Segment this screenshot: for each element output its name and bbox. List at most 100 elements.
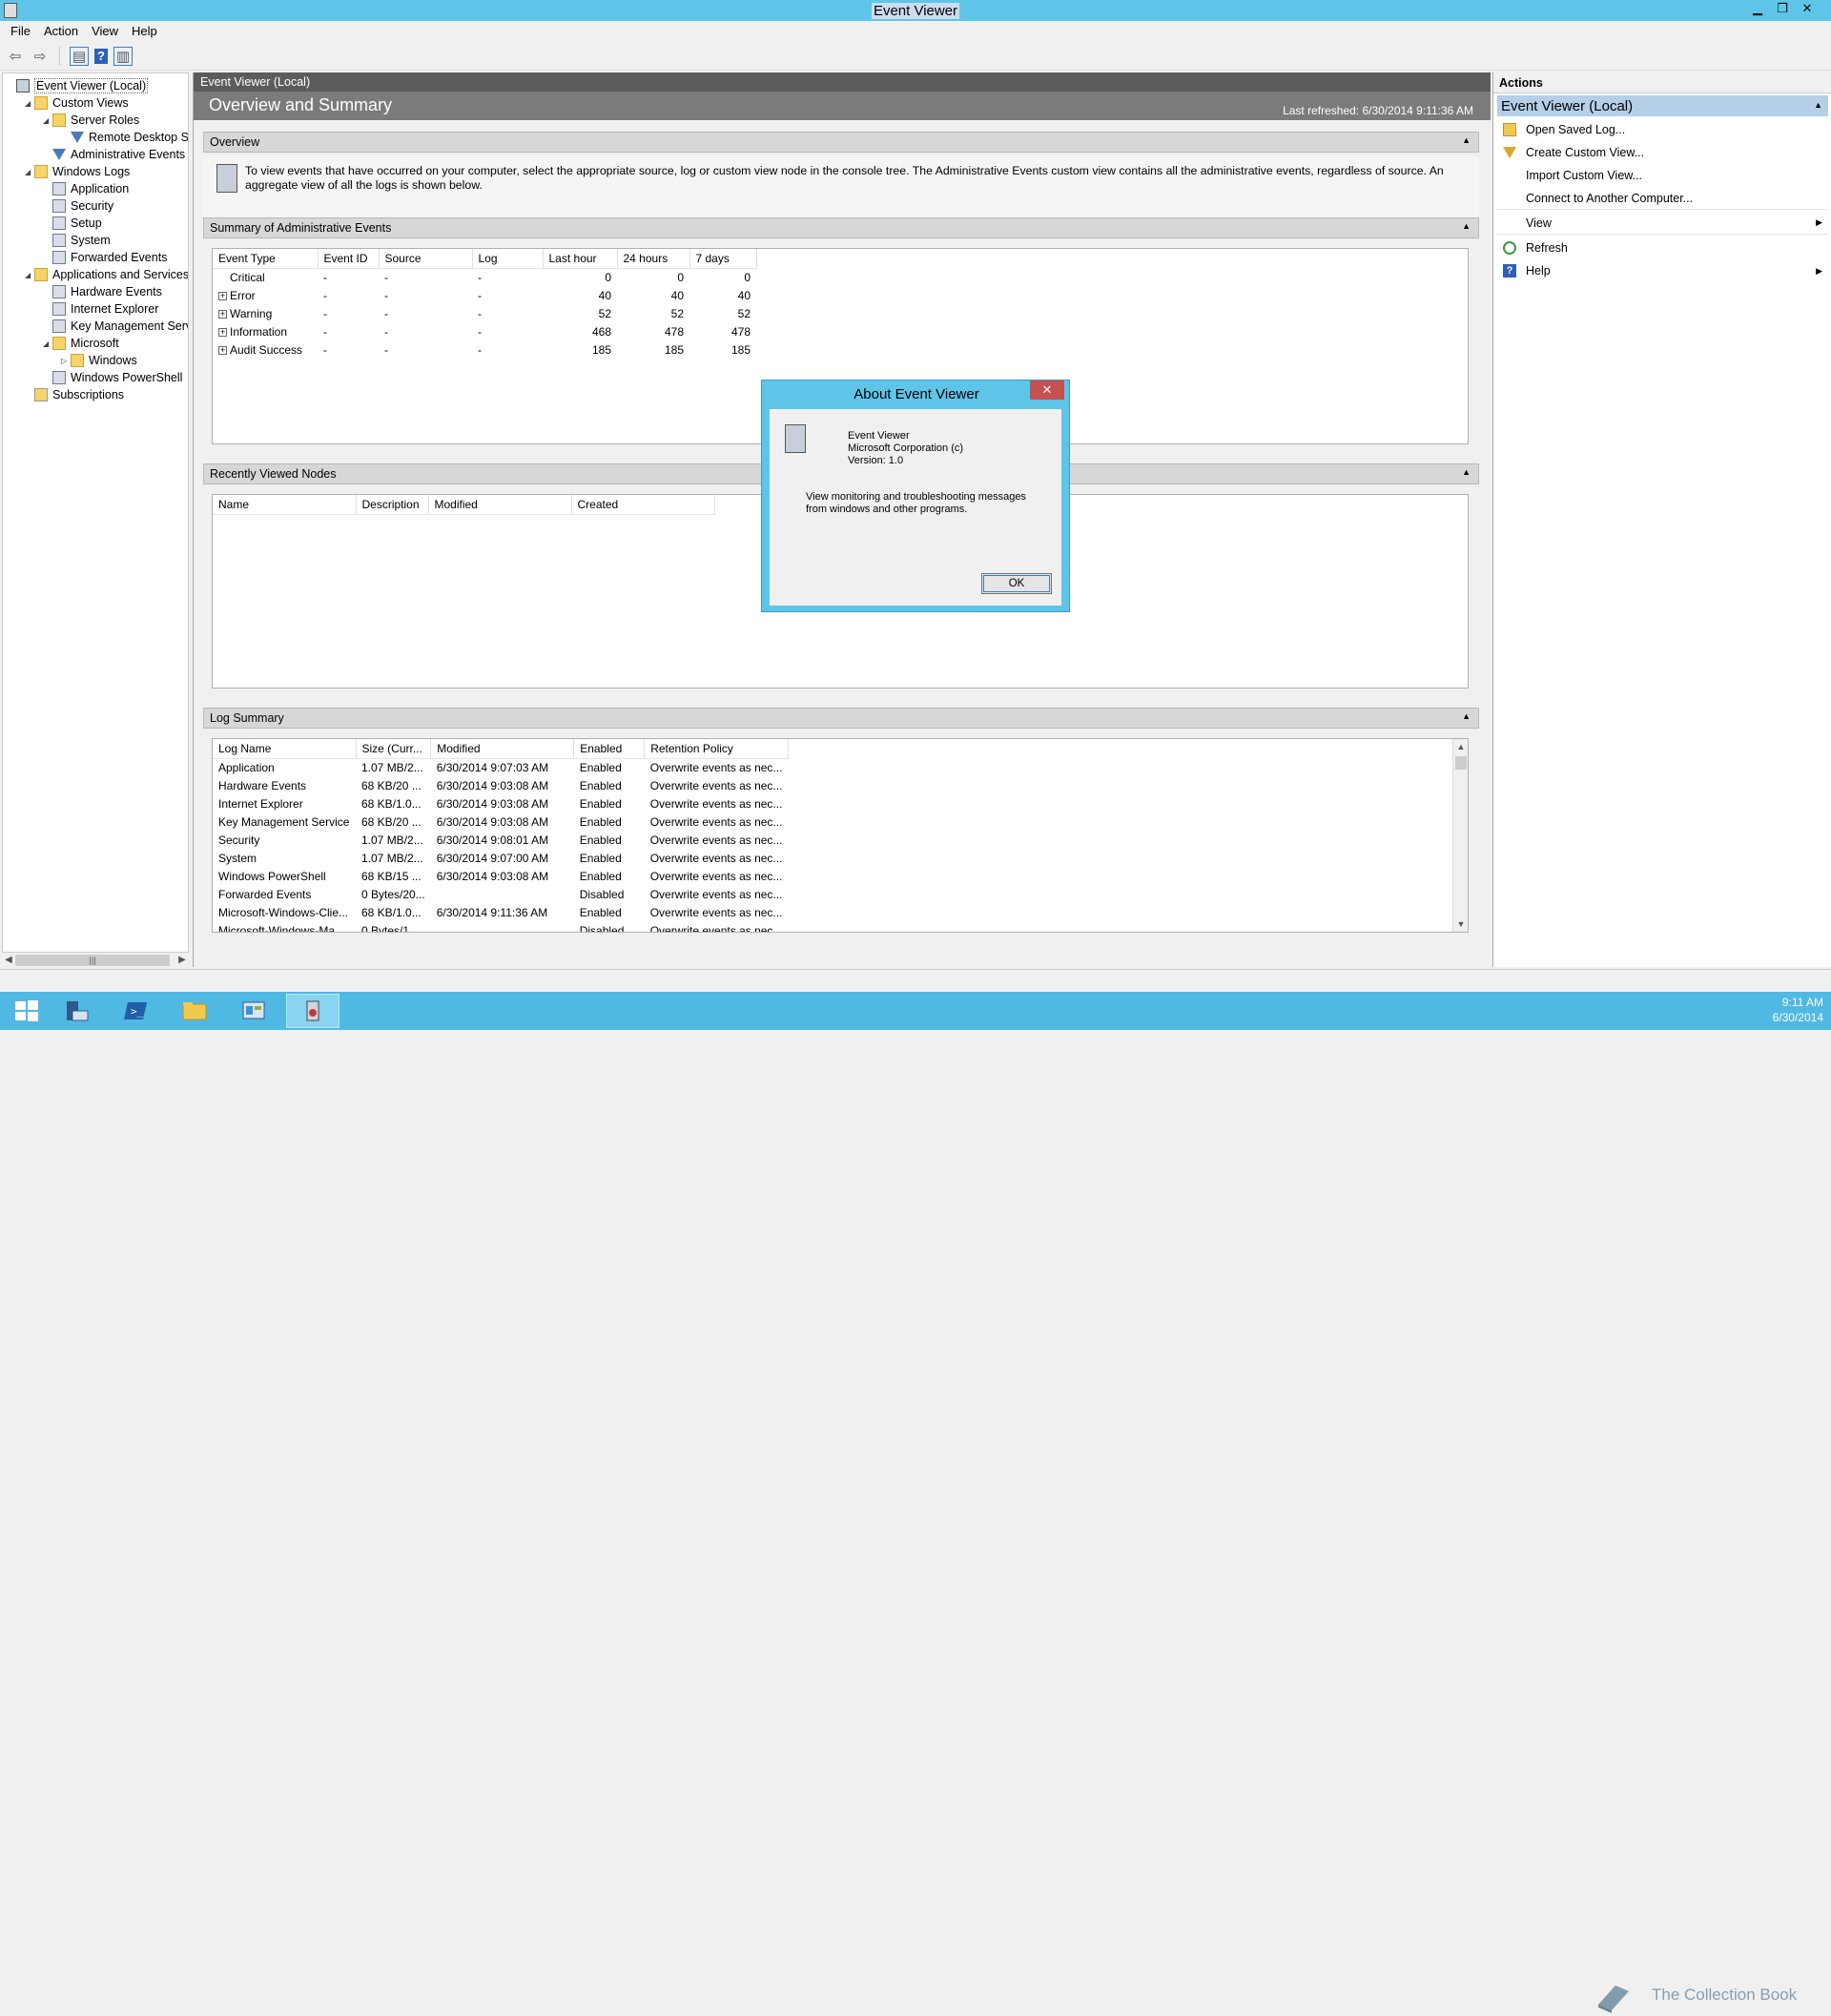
- recent-column-header[interactable]: Name: [213, 495, 357, 515]
- summary-row[interactable]: + Information - - -468 478 478: [213, 322, 756, 340]
- summary-column-header[interactable]: Event Type: [213, 249, 319, 269]
- tree-node[interactable]: Application: [43, 180, 129, 197]
- collapse-icon[interactable]: ▲: [1462, 221, 1471, 231]
- summary-row[interactable]: + Warning - - -52 52 52: [213, 304, 756, 322]
- tree-node[interactable]: ◢ Applications and Services Lo: [25, 266, 188, 283]
- recent-column-header[interactable]: Created: [571, 495, 715, 515]
- tree-node[interactable]: Hardware Events: [43, 283, 162, 300]
- start-button[interactable]: [0, 994, 53, 1028]
- scroll-down-icon[interactable]: ▼: [1453, 916, 1468, 932]
- overview-section-header[interactable]: Overview ▲: [203, 132, 1479, 153]
- tree-node[interactable]: Key Management Service: [43, 318, 188, 335]
- action-item[interactable]: Create Custom View...: [1497, 141, 1828, 164]
- scroll-thumb[interactable]: |||: [15, 955, 170, 966]
- close-window-button[interactable]: ✕: [1795, 0, 1820, 19]
- log-row[interactable]: Microsoft-Windows-Clie... 68 KB/1.0... 6/3…: [213, 903, 788, 921]
- tree-node[interactable]: ◢ Server Roles: [43, 112, 139, 129]
- event-viewer-taskbar-icon[interactable]: [286, 994, 339, 1028]
- tree-node[interactable]: ◢ Custom Views: [25, 94, 129, 112]
- log-column-header[interactable]: Retention Policy: [644, 739, 789, 759]
- log-column-header[interactable]: Size (Curr...: [356, 739, 432, 759]
- log-summary-section-header[interactable]: Log Summary ▲: [203, 708, 1479, 729]
- powershell-taskbar-icon[interactable]: >_: [109, 994, 162, 1028]
- minimize-button[interactable]: ▁: [1745, 0, 1770, 19]
- summary-column-header[interactable]: 24 hours: [617, 249, 690, 269]
- tree-node[interactable]: System: [43, 232, 111, 249]
- log-row[interactable]: Key Management Service 68 KB/20 ... 6/30/2…: [213, 813, 788, 831]
- collapse-icon[interactable]: ▲: [1462, 135, 1471, 145]
- tree-node[interactable]: Remote Desktop Serv: [61, 129, 188, 146]
- tree-node[interactable]: Subscriptions: [25, 386, 124, 403]
- summary-row[interactable]: + Audit Success - - -185 185 185: [213, 340, 756, 359]
- summary-section-header[interactable]: Summary of Administrative Events ▲: [203, 217, 1479, 238]
- menu-help[interactable]: Help: [125, 21, 164, 42]
- log-row[interactable]: Windows PowerShell 68 KB/15 ... 6/30/2014 …: [213, 867, 788, 885]
- ok-button[interactable]: OK: [981, 573, 1052, 594]
- expand-plus-icon[interactable]: +: [218, 345, 227, 355]
- tree-node[interactable]: ◢ Windows Logs: [25, 163, 130, 180]
- expand-toggle-icon[interactable]: ◢: [25, 168, 34, 176]
- menu-view[interactable]: View: [85, 21, 125, 42]
- tree-node[interactable]: Windows PowerShell: [43, 369, 182, 386]
- show-hide-action-pane-icon[interactable]: ▥: [113, 46, 133, 66]
- tree-node[interactable]: Forwarded Events: [43, 249, 167, 266]
- summary-column-header[interactable]: 7 days: [689, 249, 757, 269]
- tree-node[interactable]: Event Viewer (Local): [7, 77, 149, 94]
- tree-node[interactable]: Administrative Events: [43, 146, 185, 163]
- log-row[interactable]: Internet Explorer 68 KB/1.0... 6/30/2014 9…: [213, 794, 788, 813]
- file-explorer-taskbar-icon[interactable]: [168, 994, 221, 1028]
- summary-column-header[interactable]: Event ID: [318, 249, 380, 269]
- dialog-close-button[interactable]: ✕: [1030, 381, 1064, 400]
- restore-button[interactable]: ❐: [1770, 0, 1795, 19]
- scroll-up-icon[interactable]: ▲: [1453, 739, 1468, 754]
- scroll-left-icon[interactable]: ◀: [2, 953, 15, 968]
- recent-column-header[interactable]: Modified: [428, 495, 572, 515]
- action-item[interactable]: Import Custom View...: [1497, 164, 1828, 187]
- server-manager-taskbar-icon[interactable]: [50, 994, 103, 1028]
- system-clock[interactable]: 9:11 AM 6/30/2014: [1773, 995, 1823, 1025]
- log-column-header[interactable]: Enabled: [573, 739, 646, 759]
- menu-file[interactable]: File: [4, 21, 37, 42]
- action-item[interactable]: Connect to Another Computer...: [1497, 187, 1828, 210]
- log-row[interactable]: Application 1.07 MB/2... 6/30/2014 9:07:03…: [213, 758, 788, 776]
- tree-node[interactable]: ▷ Windows: [61, 352, 137, 369]
- action-item[interactable]: View ▶: [1497, 212, 1828, 235]
- log-row[interactable]: Microsoft-Windows-Ma... 0 Bytes/1... Disab…: [213, 921, 788, 933]
- summary-row[interactable]: + Error - - -40 40 40: [213, 286, 756, 304]
- log-row[interactable]: Security 1.07 MB/2... 6/30/2014 9:08:01 AM…: [213, 831, 788, 849]
- tree-node[interactable]: Setup: [43, 215, 102, 232]
- scroll-thumb[interactable]: [1455, 756, 1467, 770]
- log-row[interactable]: System 1.07 MB/2... 6/30/2014 9:07:00 AM En…: [213, 849, 788, 867]
- collapse-icon[interactable]: ▲: [1462, 467, 1471, 477]
- expand-toggle-icon[interactable]: ◢: [43, 116, 52, 125]
- console-tree[interactable]: Event Viewer (Local) ◢ Custom Views ◢ Server…: [2, 72, 189, 967]
- expand-toggle-icon[interactable]: ◢: [25, 99, 34, 108]
- expand-plus-icon[interactable]: +: [218, 309, 227, 319]
- summary-column-header[interactable]: Last hour: [543, 249, 618, 269]
- tree-node[interactable]: Security: [43, 197, 113, 215]
- expand-toggle-icon[interactable]: ◢: [25, 271, 34, 279]
- collapse-icon[interactable]: ▲: [1462, 711, 1471, 721]
- scroll-right-icon[interactable]: ▶: [175, 953, 189, 968]
- log-row[interactable]: Hardware Events 68 KB/20 ... 6/30/2014 9:0…: [213, 776, 788, 794]
- action-item[interactable]: Refresh: [1497, 237, 1828, 259]
- forward-arrow-icon[interactable]: ⇨: [31, 47, 50, 66]
- summary-column-header[interactable]: Source: [379, 249, 473, 269]
- control-panel-taskbar-icon[interactable]: [227, 994, 280, 1028]
- log-column-header[interactable]: Log Name: [213, 739, 357, 759]
- back-arrow-icon[interactable]: ⇦: [6, 47, 25, 66]
- recent-column-header[interactable]: Description: [356, 495, 429, 515]
- log-row[interactable]: Forwarded Events 0 Bytes/20... Disabled Ove…: [213, 885, 788, 903]
- tree-node[interactable]: Internet Explorer: [43, 300, 158, 318]
- actions-context-header[interactable]: Event Viewer (Local) ▲: [1497, 95, 1828, 116]
- tree-horizontal-scrollbar[interactable]: ◀ ||| ▶: [2, 952, 189, 967]
- log-summary-scrollbar[interactable]: ▲ ▼: [1452, 739, 1468, 932]
- action-item[interactable]: Open Saved Log...: [1497, 118, 1828, 141]
- tree-node[interactable]: ◢ Microsoft: [43, 335, 119, 352]
- help-icon[interactable]: ?: [94, 48, 108, 64]
- summary-row[interactable]: Critical - - - 0 0 0: [213, 268, 756, 286]
- summary-column-header[interactable]: Log: [472, 249, 544, 269]
- show-hide-console-tree-icon[interactable]: ▤: [70, 46, 89, 66]
- expand-toggle-icon[interactable]: ◢: [43, 339, 52, 348]
- expand-plus-icon[interactable]: +: [218, 327, 227, 337]
